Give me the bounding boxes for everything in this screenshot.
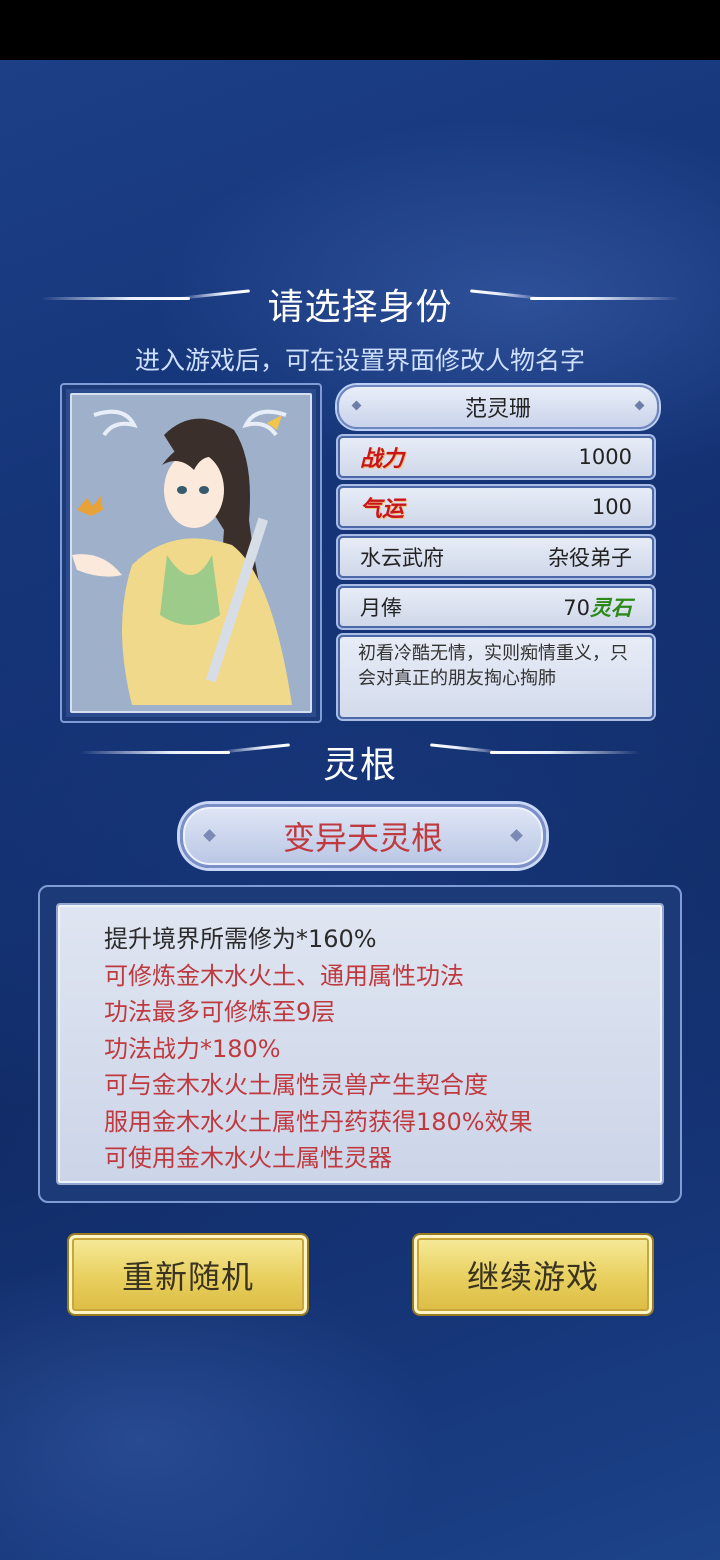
- salary-row: 月俸 70灵石: [338, 586, 654, 628]
- diamond-ornament-icon: [510, 829, 523, 842]
- status-bar: [0, 0, 720, 60]
- salary-value-group: 70灵石: [563, 592, 632, 622]
- diamond-ornament-icon: [351, 400, 362, 411]
- character-portrait-frame: [60, 383, 322, 723]
- sect-row: 水云武府 杂役弟子: [338, 536, 654, 578]
- page-subtitle: 进入游戏后，可在设置界面修改人物名字: [134, 346, 585, 375]
- effect-item: 服用金木水火土属性丹药获得180%效果: [104, 1107, 533, 1136]
- spirit-root-badge: 变异天灵根: [180, 804, 546, 868]
- effect-item: 提升境界所需修为*160%: [104, 925, 377, 953]
- salary-value: 70: [563, 596, 590, 620]
- effect-item: 可使用金木水火土属性灵器: [104, 1144, 392, 1172]
- character-name-box: 范灵珊: [337, 385, 659, 429]
- effect-item: 功法最多可修炼至9层: [104, 998, 336, 1026]
- spirit-root-section-title: 灵根: [322, 745, 397, 786]
- effect-item: 可与金木水火土属性灵兽产生契合度: [104, 1071, 488, 1099]
- stat-row-power: 战力 1000: [338, 436, 654, 478]
- stat-label-luck: 气运: [360, 497, 405, 522]
- continue-game-button[interactable]: 继续游戏: [414, 1235, 652, 1314]
- character-description: 初看冷酷无情，实则痴情重义，只会对真正的朋友掏心掏肺: [338, 635, 654, 719]
- effect-item: 功法战力*180%: [104, 1034, 281, 1063]
- spirit-root-effects-list: 提升境界所需修为*160% 可修炼金木水火土、通用属性功法 功法最多可修炼至9层…: [56, 903, 664, 1185]
- character-portrait: [70, 393, 312, 713]
- salary-unit: 灵石: [590, 596, 632, 620]
- sect-rank: 杂役弟子: [548, 546, 632, 570]
- page-title: 请选择身份: [267, 287, 453, 328]
- effect-item: 可修炼金木水火土、通用属性功法: [104, 961, 464, 990]
- stat-label-power: 战力: [360, 447, 405, 472]
- stat-value-luck: 100: [591, 495, 632, 519]
- reroll-button[interactable]: 重新随机: [69, 1235, 307, 1314]
- diamond-ornament-icon: [634, 400, 645, 411]
- stat-row-luck: 气运 100: [338, 486, 654, 528]
- diamond-ornament-icon: [203, 829, 216, 842]
- character-illustration: [72, 409, 292, 705]
- character-name: 范灵珊: [464, 397, 531, 422]
- salary-label: 月俸: [360, 596, 402, 620]
- stat-value-power: 1000: [578, 445, 632, 469]
- spirit-root-effects-panel: 提升境界所需修为*160% 可修炼金木水火土、通用属性功法 功法最多可修炼至9层…: [38, 885, 682, 1203]
- sect-name: 水云武府: [360, 546, 444, 570]
- spirit-root-name: 变异天灵根: [282, 819, 443, 857]
